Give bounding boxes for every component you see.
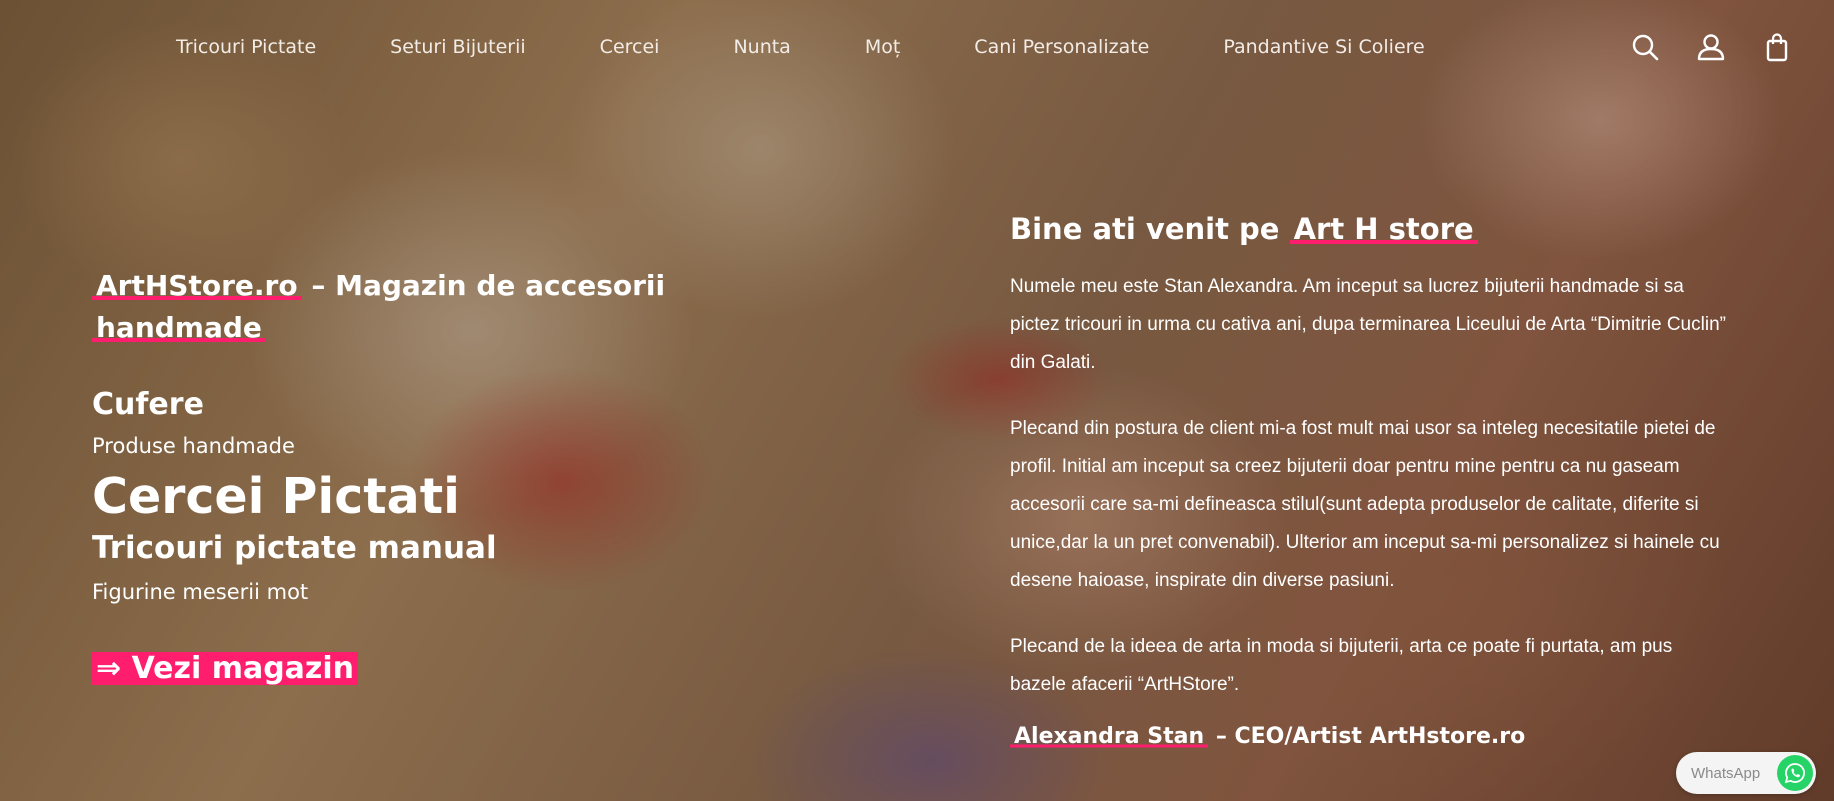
hero-left: ArtHStore.ro – Magazin de accesorii hand… [92, 265, 772, 685]
hero-title-rest: – Magazin de accesorii [301, 269, 666, 302]
hero-right: Bine ati venit pe Art H store Numele meu… [1010, 212, 1730, 749]
rotating-line-cufere: Cufere [92, 387, 204, 422]
main-nav: Tricouri Pictate Seturi Bijuterii Cercei… [176, 36, 1425, 58]
hero-title-highlight: ArtHStore.ro [92, 269, 302, 302]
header-icons [1630, 32, 1792, 62]
nav-item-nunta[interactable]: Nunta [733, 36, 790, 58]
search-icon[interactable] [1630, 32, 1660, 62]
rotating-line-tricouri: Tricouri pictate manual [92, 530, 497, 566]
about-paragraph-2: Plecand din postura de client mi-a fost … [1010, 418, 1720, 591]
whatsapp-icon [1777, 755, 1813, 791]
whatsapp-label: WhatsApp [1691, 764, 1761, 782]
nav-item-pandantive-si-coliere[interactable]: Pandantive Si Coliere [1223, 36, 1424, 58]
hero-title-highlight-2: handmade [92, 311, 266, 344]
nav-item-mot[interactable]: Moț [865, 36, 900, 58]
signature-role: – CEO/Artist ArtHstore.ro [1208, 724, 1526, 749]
nav-item-seturi-bijuterii[interactable]: Seturi Bijuterii [390, 36, 526, 58]
nav-item-cercei[interactable]: Cercei [600, 36, 660, 58]
about-paragraph-1: Numele meu este Stan Alexandra. Am incep… [1010, 276, 1726, 373]
user-icon[interactable] [1696, 32, 1726, 62]
nav-item-cani-personalizate[interactable]: Cani Personalizate [974, 36, 1149, 58]
welcome-title-prefix: Bine ati venit pe [1010, 212, 1290, 246]
whatsapp-button[interactable]: WhatsApp [1676, 752, 1816, 794]
signature-name: Alexandra Stan [1010, 724, 1209, 749]
bag-icon[interactable] [1762, 32, 1792, 62]
rotating-line-produse: Produse handmade [92, 434, 295, 458]
nav-item-tricouri-pictate[interactable]: Tricouri Pictate [176, 36, 316, 58]
shop-button[interactable]: ⇒ Vezi magazin [92, 652, 359, 685]
signature: Alexandra Stan – CEO/Artist ArtHstore.ro [1010, 724, 1730, 749]
about-paragraph-3: Plecand de la ideea de arta in moda si b… [1010, 636, 1673, 695]
welcome-title-highlight: Art H store [1289, 212, 1478, 246]
hero-title: ArtHStore.ro – Magazin de accesorii hand… [92, 265, 772, 349]
rotating-line-cercei: Cercei Pictati [92, 468, 460, 525]
rotating-line-figurine: Figurine meserii mot [92, 580, 309, 604]
welcome-title: Bine ati venit pe Art H store [1010, 212, 1730, 246]
site-header: Tricouri Pictate Seturi Bijuterii Cercei… [0, 0, 1834, 98]
